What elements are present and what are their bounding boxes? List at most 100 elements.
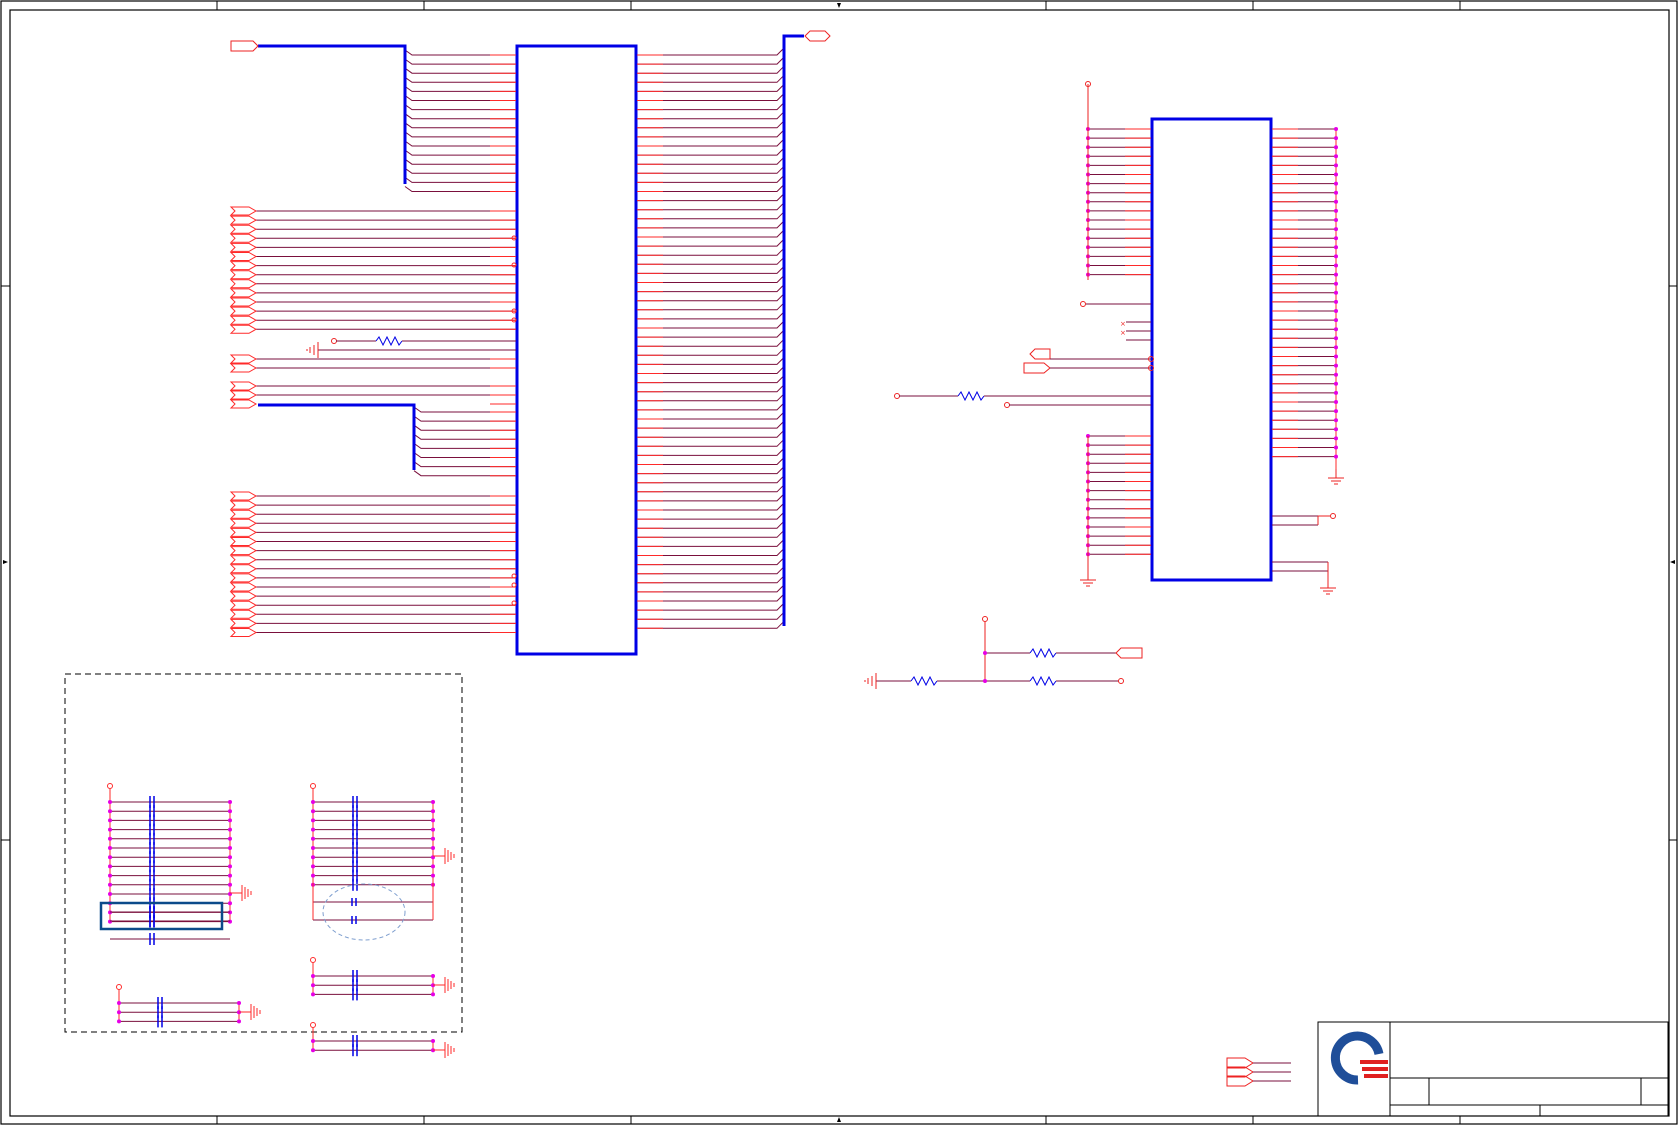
net-wire xyxy=(637,211,785,220)
offpage-connector xyxy=(229,261,258,271)
junction-dot xyxy=(1334,327,1338,332)
junction-dot xyxy=(228,809,232,814)
junction-dot xyxy=(431,836,435,841)
junction-dot xyxy=(431,873,435,878)
schematic-sheet: × × xyxy=(0,0,1678,1125)
junction-dot xyxy=(1334,309,1338,313)
net-wire xyxy=(637,575,785,584)
junction-dot xyxy=(1334,127,1338,131)
net-wire xyxy=(637,375,785,384)
junction-dot xyxy=(1334,390,1338,395)
junction-dot xyxy=(108,818,112,823)
junction-dot xyxy=(431,818,435,823)
net-wire xyxy=(637,329,785,338)
junction-dot xyxy=(228,901,232,906)
junction-dot xyxy=(1334,145,1338,150)
net-wire xyxy=(637,284,785,293)
junction-dot xyxy=(311,800,315,804)
junction-dot xyxy=(1334,208,1338,213)
net-wire xyxy=(404,176,516,183)
net-wire xyxy=(413,470,516,477)
net-wire xyxy=(637,502,785,511)
junction-dot xyxy=(311,1048,315,1053)
junction-dot xyxy=(1334,236,1338,241)
junction-dot xyxy=(1334,199,1338,204)
offpage-connector xyxy=(229,573,258,583)
junction-dot xyxy=(1334,136,1338,141)
offpage-connector xyxy=(230,40,259,52)
offpage-connector xyxy=(229,600,258,610)
junction-dot xyxy=(1334,436,1338,441)
net-wire xyxy=(637,238,785,247)
net-wire xyxy=(637,593,785,602)
net-wire xyxy=(637,47,785,56)
junction-dot xyxy=(311,1039,315,1043)
junction-dot xyxy=(1334,454,1338,459)
offpage-connector xyxy=(229,399,258,409)
net-wire xyxy=(404,95,516,101)
net-wire xyxy=(404,58,516,65)
net-wire xyxy=(404,140,516,147)
net-wire xyxy=(404,113,516,120)
junction-dot xyxy=(237,1001,241,1005)
offpage-connector xyxy=(229,509,258,519)
net-wire xyxy=(637,366,785,374)
net-wire xyxy=(637,548,785,556)
junction-dot xyxy=(228,836,232,841)
net-wire xyxy=(637,311,785,320)
junction-dot xyxy=(431,809,435,814)
annotation-ellipse xyxy=(322,883,406,941)
net-wire xyxy=(404,76,516,83)
junction-dot xyxy=(431,992,435,997)
net-wire xyxy=(413,406,516,413)
junction-dot xyxy=(108,800,112,804)
net-wire xyxy=(637,202,785,211)
net-wire xyxy=(404,186,516,192)
junction-dot xyxy=(1334,381,1338,386)
offpage-connector xyxy=(229,546,258,556)
ic-misc-nets: × × xyxy=(894,81,1336,588)
offpage-connector xyxy=(229,609,258,619)
junction-dot xyxy=(108,855,112,860)
junction-dot xyxy=(1334,345,1338,350)
junction-dot xyxy=(1334,354,1338,359)
junction-dot xyxy=(431,864,435,869)
net-wire xyxy=(637,56,785,65)
junction-dot xyxy=(237,1019,241,1024)
power-pin xyxy=(310,957,316,963)
offpage-connector xyxy=(229,555,258,565)
net-wire xyxy=(637,302,785,311)
net-wire xyxy=(637,275,785,283)
junction-dot xyxy=(117,1019,121,1024)
junction-dot xyxy=(1334,227,1338,232)
net-wire xyxy=(637,247,785,256)
junction-dot xyxy=(108,846,112,850)
junction-dot xyxy=(431,974,435,978)
net-wire xyxy=(637,156,785,165)
zone-arrows xyxy=(3,3,1675,1122)
junction-dot xyxy=(311,873,315,878)
junction-dot xyxy=(1334,172,1338,177)
net-wire xyxy=(637,102,785,111)
junction-dot xyxy=(311,827,315,832)
resistor-pullup-left xyxy=(331,335,516,347)
offpage-connectors-left xyxy=(229,206,258,637)
junction-dot xyxy=(1334,263,1338,268)
net-wire xyxy=(637,165,785,174)
net-wire xyxy=(637,111,785,120)
offpage-connector xyxy=(229,297,258,307)
junction-dot xyxy=(1334,400,1338,404)
net-wire xyxy=(404,122,516,129)
pin-marker xyxy=(511,262,517,268)
offpage-connector xyxy=(229,233,258,243)
junction-dot xyxy=(228,827,232,832)
connector-body xyxy=(515,44,638,656)
net-wire xyxy=(413,442,516,449)
junction-dot xyxy=(311,974,315,978)
junction-dot xyxy=(1334,163,1338,168)
offpage-connector xyxy=(229,288,258,298)
net-wire xyxy=(637,65,785,74)
net-wire xyxy=(637,602,785,611)
junction-dot xyxy=(1334,299,1338,304)
offpage-connector xyxy=(229,527,258,537)
